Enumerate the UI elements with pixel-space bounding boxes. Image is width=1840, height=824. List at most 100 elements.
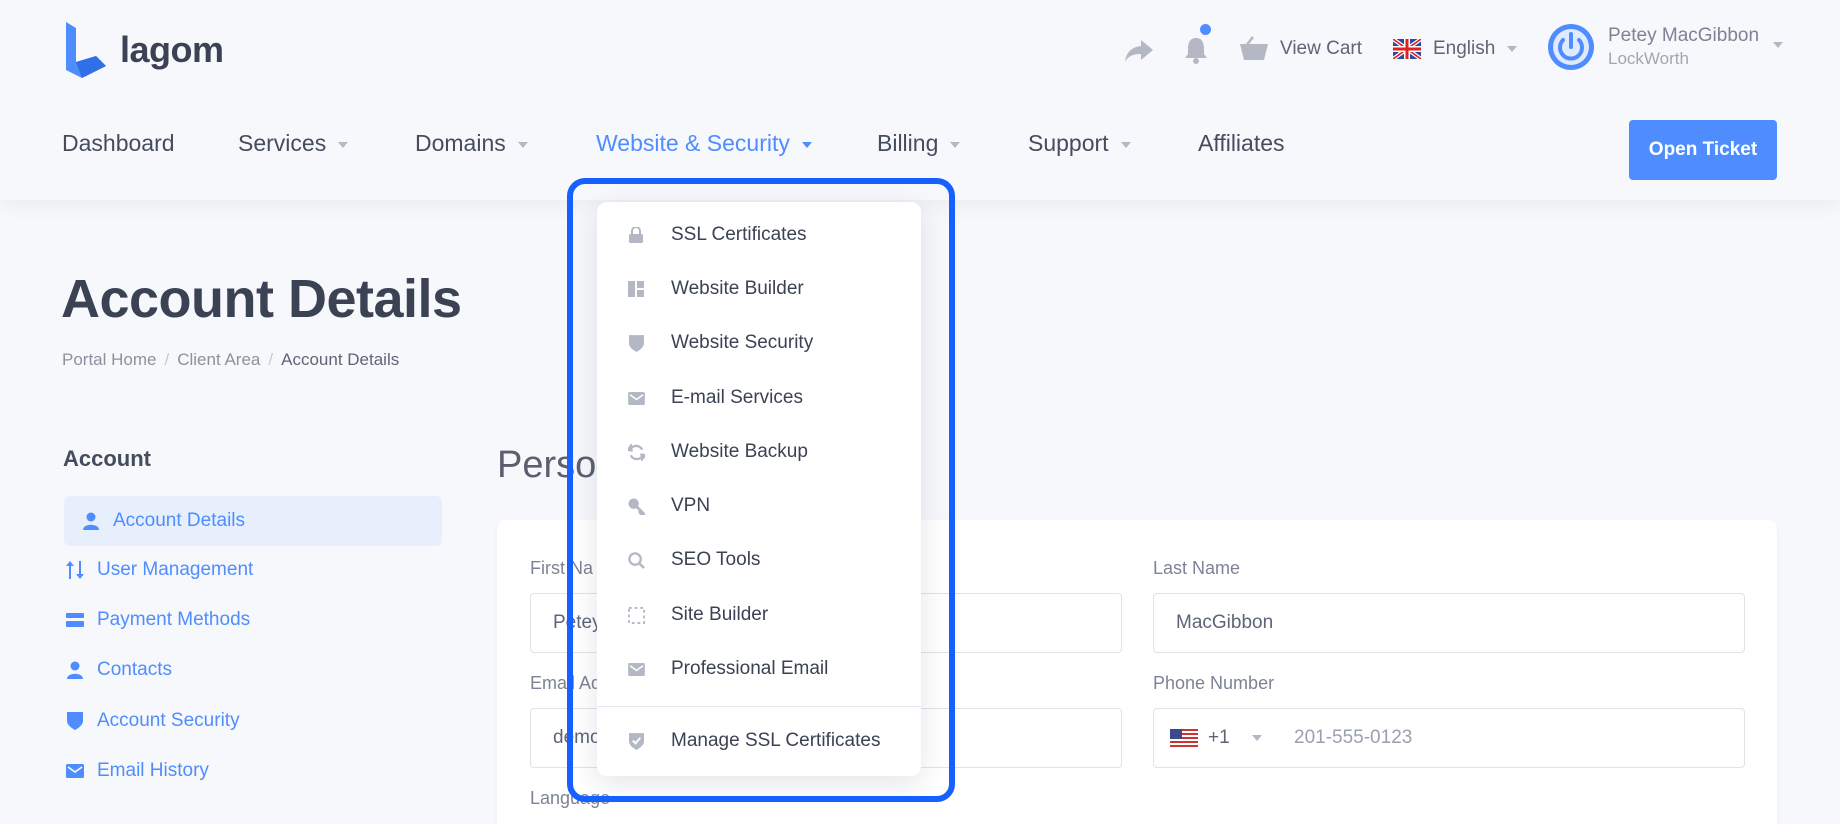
sidebar-item-label: Account Security: [97, 710, 240, 731]
nav-services[interactable]: Services: [238, 130, 349, 157]
logo-text: lagom: [120, 29, 224, 70]
us-flag-icon: [1170, 729, 1198, 747]
layout-icon: [627, 280, 645, 298]
sidebar-item-label: Payment Methods: [97, 609, 251, 630]
menu-item-seo-tools[interactable]: SEO Tools: [597, 540, 921, 580]
menu-item-label: SEO Tools: [671, 549, 761, 570]
country-code-select[interactable]: +1: [1170, 727, 1290, 749]
nav-affiliates[interactable]: Affiliates: [1198, 130, 1285, 157]
chevron-down-icon: [517, 141, 528, 148]
nav-domains[interactable]: Domains: [415, 130, 528, 157]
breadcrumb-separator: /: [268, 350, 274, 369]
menu-item-email-services[interactable]: E-mail Services: [597, 378, 921, 418]
phone-field[interactable]: +1 201-555-0123: [1153, 708, 1745, 768]
sync-icon: [627, 443, 645, 461]
sidebar-item-payment-methods[interactable]: Payment Methods: [64, 595, 442, 645]
nav-label: Domains: [415, 130, 506, 156]
sidebar-item-account-details[interactable]: Account Details: [64, 496, 442, 546]
page-title: Account Details: [61, 269, 462, 329]
chevron-down-icon: [338, 141, 349, 148]
menu-item-ssl-certificates[interactable]: SSL Certificates: [597, 215, 921, 255]
user-company: LockWorth: [1608, 49, 1689, 68]
sidebar-item-user-management[interactable]: User Management: [64, 545, 442, 595]
user-icon: [80, 510, 102, 532]
menu-item-label: SSL Certificates: [671, 224, 807, 245]
key-icon: [627, 497, 645, 515]
logo[interactable]: lagom: [62, 22, 224, 78]
chevron-down-icon: [1507, 46, 1518, 52]
chevron-down-icon: [801, 141, 812, 148]
menu-item-label: E-mail Services: [671, 387, 803, 408]
menu-item-professional-email[interactable]: Professional Email: [597, 649, 921, 689]
sidebar-item-label: Account Details: [113, 510, 246, 531]
chevron-down-icon: [1773, 42, 1784, 48]
lagom-logo-icon: [66, 22, 106, 78]
phone-code: +1: [1208, 727, 1230, 748]
chevron-down-icon: [950, 141, 961, 148]
uk-flag-icon: [1393, 39, 1421, 59]
menu-item-label: Manage SSL Certificates: [671, 730, 881, 751]
breadcrumb-current: Account Details: [281, 350, 400, 369]
user-name: Petey MacGibbon: [1608, 25, 1760, 46]
nav-dashboard[interactable]: Dashboard: [62, 130, 175, 157]
menu-item-manage-ssl-certificates[interactable]: Manage SSL Certificates: [597, 721, 921, 761]
breadcrumb: Portal Home / Client Area / Account Deta…: [62, 350, 399, 370]
menu-item-label: Website Security: [671, 332, 814, 353]
language-label: English: [1433, 38, 1496, 59]
language-label: Language: [530, 788, 611, 808]
header: lagom View Cart English Petey MacGibbon …: [0, 0, 1840, 200]
menu-item-vpn[interactable]: VPN: [597, 486, 921, 526]
last-name-label: Last Name: [1153, 558, 1241, 578]
sidebar-item-label: User Management: [97, 559, 254, 580]
shield-icon: [64, 710, 86, 732]
nav-label: Affiliates: [1198, 130, 1285, 156]
envelope-icon: [64, 760, 86, 782]
sidebar-item-account-security[interactable]: Account Security: [64, 696, 442, 746]
menu-item-website-backup[interactable]: Website Backup: [597, 432, 921, 472]
dashed-square-icon: [627, 606, 645, 624]
last-name-field[interactable]: MacGibbon: [1153, 593, 1745, 653]
open-ticket-button[interactable]: Open Ticket: [1629, 120, 1777, 180]
breadcrumb-separator: /: [164, 350, 170, 369]
view-cart-label: View Cart: [1280, 38, 1363, 59]
search-icon: [627, 551, 645, 569]
nav-support[interactable]: Support: [1028, 130, 1131, 157]
nav-label: Dashboard: [62, 130, 175, 156]
sidebar-item-label: Email History: [97, 760, 209, 781]
menu-item-label: Site Builder: [671, 604, 769, 625]
avatar: [1548, 24, 1594, 70]
first-name-label: First Na: [530, 558, 593, 578]
notifications-button[interactable]: [1183, 24, 1211, 69]
nav-billing[interactable]: Billing: [877, 130, 961, 157]
language-selector[interactable]: English: [1393, 38, 1518, 60]
email-label: Email Ad: [530, 673, 602, 693]
breadcrumb-client-area[interactable]: Client Area: [177, 350, 260, 370]
menu-item-site-builder[interactable]: Site Builder: [597, 595, 921, 635]
nav-label: Billing: [877, 130, 939, 156]
shield-icon: [627, 334, 645, 352]
menu-item-label: Website Builder: [671, 278, 804, 299]
website-security-dropdown: SSL Certificates Website Builder Website…: [597, 202, 921, 776]
menu-item-label: Professional Email: [671, 658, 829, 679]
envelope-icon: [627, 660, 645, 678]
sidebar-item-contacts[interactable]: Contacts: [64, 645, 442, 695]
envelope-icon: [627, 389, 645, 407]
menu-item-website-builder[interactable]: Website Builder: [597, 269, 921, 309]
view-cart-link[interactable]: View Cart: [1240, 36, 1362, 62]
nav-label: Support: [1028, 130, 1109, 156]
contact-icon: [64, 659, 86, 681]
breadcrumb-portal-home[interactable]: Portal Home: [62, 350, 156, 370]
share-icon[interactable]: [1125, 40, 1153, 62]
menu-item-label: Website Backup: [671, 441, 808, 462]
sidebar-title: Account: [63, 446, 151, 471]
sidebar-item-email-history[interactable]: Email History: [64, 746, 442, 796]
card-icon: [64, 609, 86, 631]
notification-dot: [1200, 24, 1211, 35]
chevron-down-icon: [1120, 141, 1131, 148]
users-sort-icon: [64, 559, 86, 581]
user-menu[interactable]: Petey MacGibbon LockWorth: [1548, 24, 1784, 70]
menu-item-label: VPN: [671, 495, 711, 516]
phone-label: Phone Number: [1153, 673, 1275, 693]
menu-item-website-security[interactable]: Website Security: [597, 323, 921, 363]
nav-website-security[interactable]: Website & Security: [596, 130, 812, 157]
